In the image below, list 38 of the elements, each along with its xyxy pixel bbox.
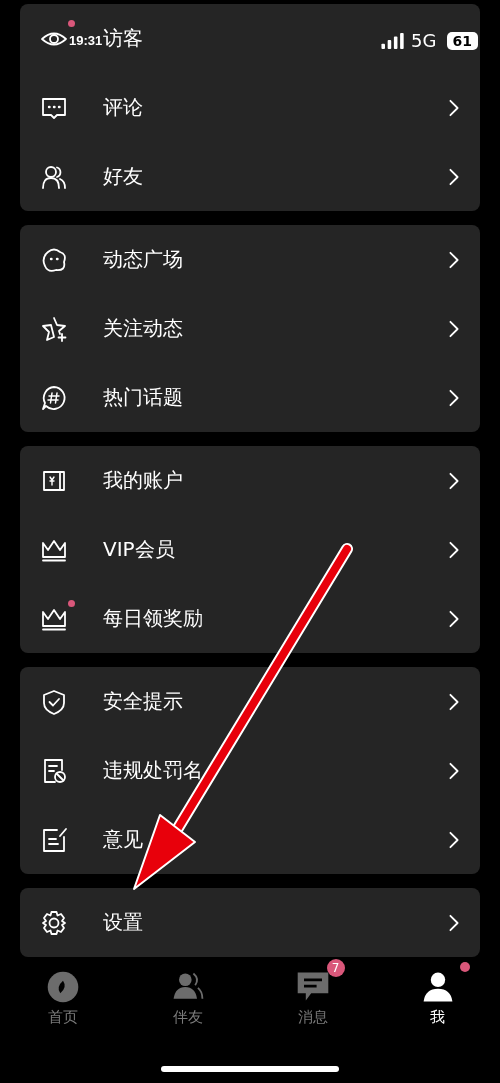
menu-item[interactable]: 关注动态 <box>103 315 183 342</box>
menu-item[interactable]: 意见 <box>103 826 143 853</box>
chevron-icon <box>448 388 460 407</box>
chevron-icon <box>448 98 460 117</box>
menu-item[interactable]: 每日领奖励 <box>103 605 203 632</box>
menu-item[interactable]: VIP会员 <box>103 536 175 563</box>
status-time: 19:31 <box>69 33 103 48</box>
menu-item[interactable]: 好友 <box>103 163 143 190</box>
star-icon <box>40 314 68 343</box>
chevron-icon <box>448 692 460 711</box>
chevron-icon <box>448 609 460 628</box>
chevron-icon <box>448 167 460 186</box>
network-label: 5G <box>411 30 437 51</box>
menu-item[interactable]: 评论 <box>103 94 143 121</box>
signal-icon <box>381 32 406 49</box>
chevron-icon <box>448 319 460 338</box>
chevron-icon <box>448 761 460 780</box>
menu-item[interactable]: 热门话题 <box>103 384 183 411</box>
menu-item[interactable]: 动态广场 <box>103 246 183 273</box>
tab[interactable]: 我 <box>375 957 500 1027</box>
menu-item[interactable]: 安全提示 <box>103 688 183 715</box>
tab[interactable]: 7 消息 <box>250 957 375 1027</box>
chevron-icon <box>448 250 460 269</box>
menu-item[interactable]: 我的账户 <box>103 467 183 494</box>
tab[interactable]: 首页 <box>0 957 125 1027</box>
chevron-icon <box>448 913 460 932</box>
edit-icon <box>40 825 68 854</box>
hash-icon <box>40 383 68 412</box>
gear-icon <box>40 908 68 937</box>
chevron-icon <box>448 540 460 559</box>
tab[interactable]: 伴友 <box>125 957 250 1027</box>
shield-icon <box>40 687 68 716</box>
chevron-icon <box>448 830 460 849</box>
menu-item[interactable]: 访客 <box>103 25 143 52</box>
menu-item[interactable]: 设置 <box>103 909 143 936</box>
menu-item[interactable]: 违规处罚名 <box>103 757 203 784</box>
count-badge: 7 <box>326 959 345 977</box>
chevron-icon <box>448 471 460 490</box>
